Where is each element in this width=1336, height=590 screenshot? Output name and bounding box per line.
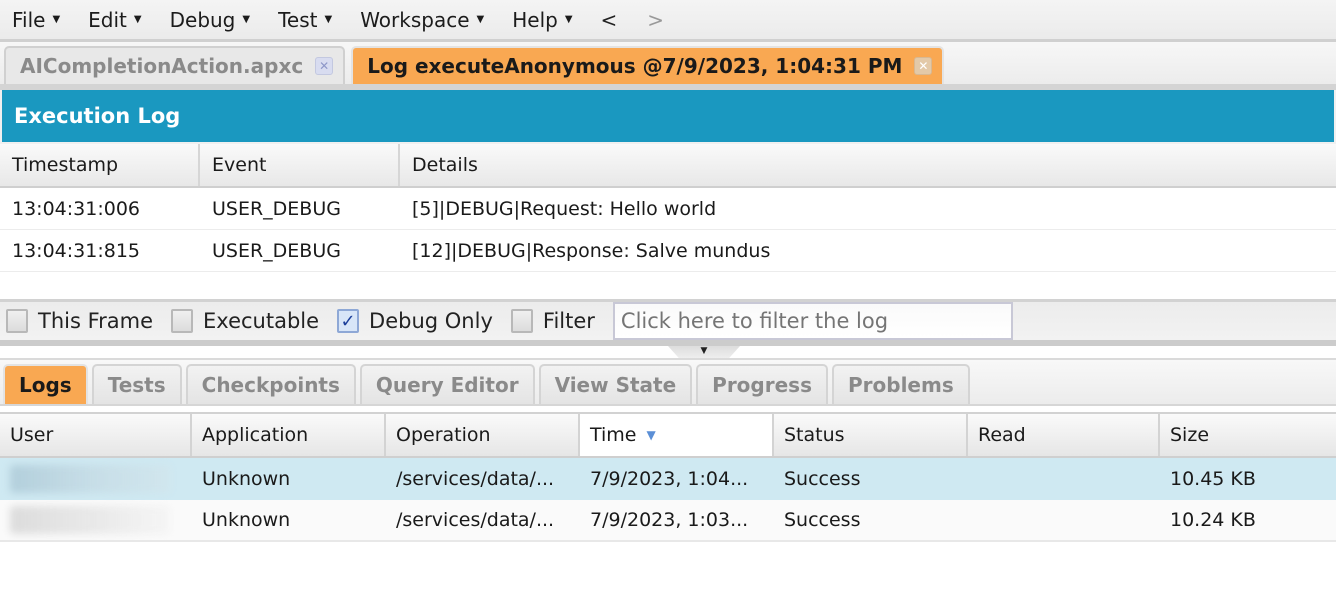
menu-debug-label: Debug: [169, 7, 236, 32]
tab-label: Log executeAnonymous @7/9/2023, 1:04:31 …: [367, 54, 903, 78]
log-event: USER_DEBUG: [212, 197, 341, 220]
menu-help-label: Help: [512, 7, 558, 32]
bottom-tab-bar: Logs Tests Checkpoints Query Editor View…: [0, 358, 1336, 406]
column-header-time-label: Time: [590, 424, 637, 446]
tab-problems[interactable]: Problems: [831, 364, 970, 404]
column-header-operation[interactable]: Operation: [386, 414, 580, 456]
execution-log-empty-area: [0, 272, 1336, 302]
log-application: Unknown: [202, 509, 291, 531]
column-header-read[interactable]: Read: [968, 414, 1160, 456]
log-timestamp: 13:04:31:006: [12, 197, 140, 220]
log-status: Success: [784, 468, 861, 490]
log-user: [0, 458, 192, 500]
filter-log-input[interactable]: [612, 302, 1013, 340]
close-icon[interactable]: ✕: [315, 57, 334, 75]
chevron-down-icon: ▼: [242, 14, 251, 25]
log-size: 10.24 KB: [1170, 509, 1256, 531]
menu-debug[interactable]: Debug ▼: [170, 8, 250, 32]
this-frame-label: This Frame: [38, 309, 154, 333]
menu-edit[interactable]: Edit ▼: [88, 8, 141, 32]
menu-bar: File ▼ Edit ▼ Debug ▼ Test ▼ Workspace ▼ Help…: [0, 0, 1336, 42]
chevron-down-icon: ▼: [564, 14, 573, 25]
menu-edit-label: Edit: [88, 7, 127, 32]
menu-test[interactable]: Test ▼: [278, 8, 332, 32]
forward-button[interactable]: >: [647, 8, 664, 32]
column-header-status[interactable]: Status: [774, 414, 968, 456]
log-operation: /services/data/...: [396, 509, 555, 531]
checkbox-box[interactable]: [510, 309, 533, 333]
filter-checkbox[interactable]: Filter: [510, 309, 595, 333]
menu-help[interactable]: Help ▼: [512, 8, 572, 32]
column-header-timestamp[interactable]: Timestamp: [0, 144, 200, 186]
column-header-user[interactable]: User: [0, 414, 192, 456]
close-icon[interactable]: ✕: [914, 57, 933, 75]
log-time: 7/9/2023, 1:03...: [590, 509, 749, 531]
column-header-details[interactable]: Details: [400, 144, 1336, 186]
chevron-down-icon: ▼: [324, 14, 333, 25]
back-button[interactable]: <: [601, 8, 618, 32]
log-row[interactable]: 13:04:31:006 USER_DEBUG [5]|DEBUG|Reques…: [0, 188, 1336, 230]
column-header-time[interactable]: Time ▼: [580, 414, 774, 456]
log-application: Unknown: [202, 468, 291, 490]
tab-tests[interactable]: Tests: [91, 364, 182, 404]
column-header-size[interactable]: Size: [1160, 414, 1336, 456]
logs-table-row[interactable]: Unknown /services/data/... 7/9/2023, 1:0…: [0, 500, 1336, 542]
log-event: USER_DEBUG: [212, 239, 341, 262]
log-read: [968, 500, 1160, 540]
log-operation: /services/data/...: [396, 468, 555, 490]
log-status: Success: [784, 509, 861, 531]
execution-log-title: Execution Log: [0, 90, 1336, 144]
executable-label: Executable: [203, 309, 320, 333]
checkbox-box[interactable]: [6, 309, 28, 333]
log-row[interactable]: 13:04:31:815 USER_DEBUG [12]|DEBUG|Respo…: [0, 230, 1336, 272]
sort-descending-icon: ▼: [646, 428, 656, 442]
menu-workspace-label: Workspace: [360, 7, 470, 32]
tab-label: AICompletionAction.apxc: [20, 54, 304, 78]
redacted-user: [10, 506, 170, 534]
log-timestamp: 13:04:31:815: [12, 239, 140, 262]
log-time: 7/9/2023, 1:04...: [590, 468, 749, 490]
tab-view-state[interactable]: View State: [538, 364, 693, 404]
log-details: [12]|DEBUG|Response: Salve mundus: [412, 239, 771, 262]
logs-table-row[interactable]: Unknown /services/data/... 7/9/2023, 1:0…: [0, 458, 1336, 500]
tab-progress[interactable]: Progress: [696, 364, 828, 404]
collapse-handle-icon[interactable]: ▼: [668, 346, 740, 358]
debug-only-label: Debug Only: [369, 309, 493, 333]
tab-checkpoints[interactable]: Checkpoints: [185, 364, 356, 404]
redacted-user: [10, 465, 170, 493]
execution-log-header: Timestamp Event Details: [0, 144, 1336, 188]
menu-file-label: File: [12, 7, 46, 32]
column-header-event[interactable]: Event: [200, 144, 400, 186]
chevron-down-icon: ▼: [476, 14, 485, 25]
panel-splitter[interactable]: ▼: [0, 346, 1336, 358]
tab-logs[interactable]: Logs: [3, 364, 88, 404]
checkmark-icon[interactable]: ✓: [337, 309, 360, 333]
debug-only-checkbox[interactable]: ✓ Debug Only: [337, 309, 493, 333]
tab-aicompletionaction[interactable]: AICompletionAction.apxc ✕: [4, 46, 346, 84]
log-read: [968, 458, 1160, 500]
this-frame-checkbox[interactable]: This Frame: [6, 309, 153, 333]
executable-checkbox[interactable]: Executable: [171, 309, 319, 333]
chevron-down-icon: ▼: [52, 14, 61, 25]
log-filter-bar: This Frame Executable ✓ Debug Only Filte…: [0, 302, 1336, 346]
menu-file[interactable]: File ▼: [12, 8, 60, 32]
chevron-down-icon: ▼: [133, 14, 142, 25]
filter-label: Filter: [542, 309, 595, 333]
log-details: [5]|DEBUG|Request: Hello world: [412, 197, 717, 220]
checkbox-box[interactable]: [171, 309, 194, 333]
editor-tab-bar: AICompletionAction.apxc ✕ Log executeAno…: [0, 42, 1336, 90]
menu-test-label: Test: [278, 7, 318, 32]
log-user: [0, 500, 192, 540]
column-header-application[interactable]: Application: [192, 414, 386, 456]
log-size: 10.45 KB: [1170, 468, 1256, 490]
menu-workspace[interactable]: Workspace ▼: [360, 8, 484, 32]
tab-query-editor[interactable]: Query Editor: [359, 364, 535, 404]
logs-table-header: User Application Operation Time ▼ Status…: [0, 412, 1336, 458]
tab-log-execute-anonymous[interactable]: Log executeAnonymous @7/9/2023, 1:04:31 …: [351, 46, 945, 84]
